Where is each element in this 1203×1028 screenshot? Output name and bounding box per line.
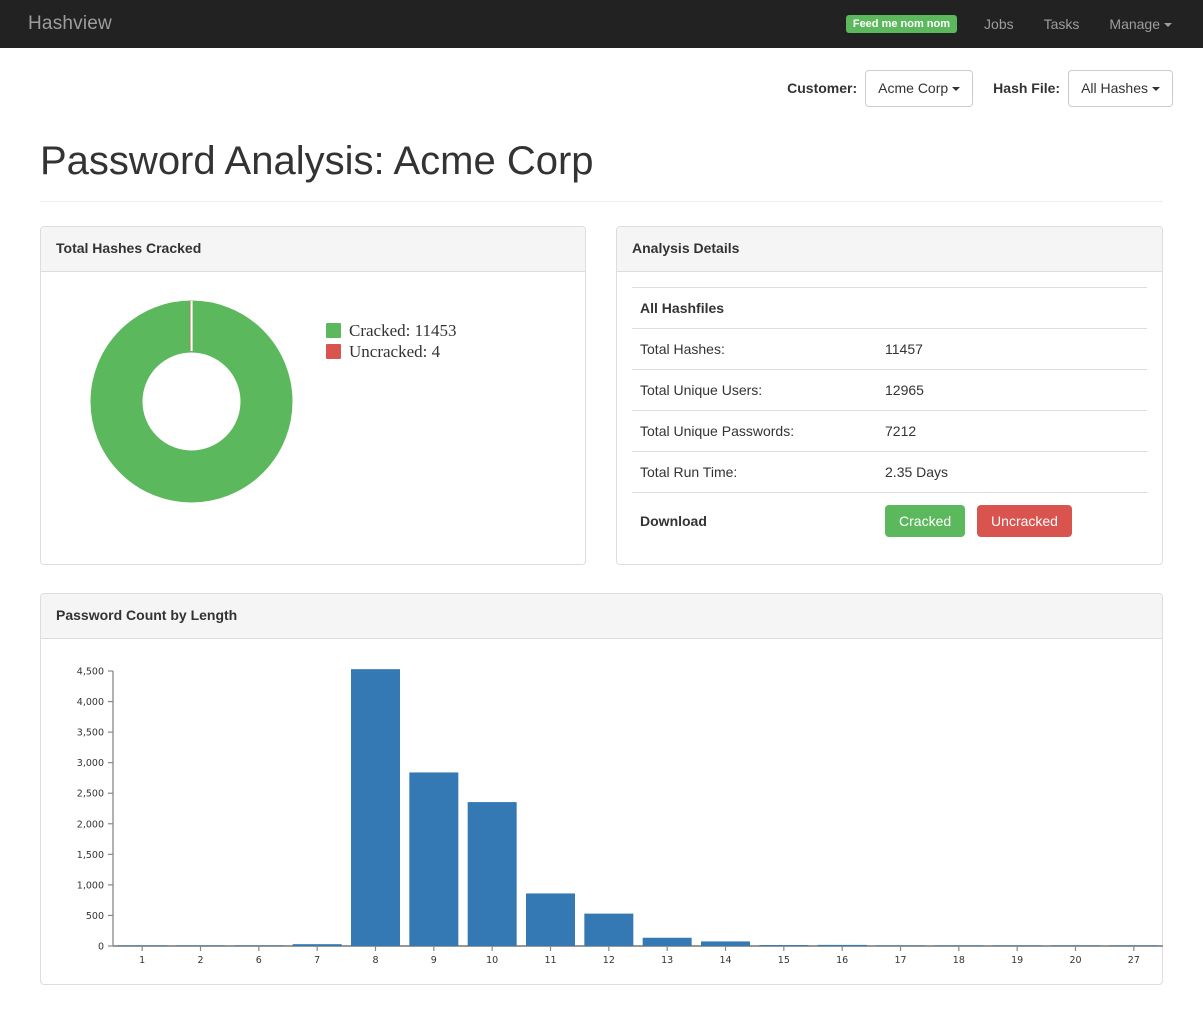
row-key-total-unique-users: Total Unique Users: [640, 381, 763, 398]
panel-title-details: Analysis Details [632, 239, 740, 256]
section-header-all-hashfiles: All Hashfiles [640, 299, 725, 316]
svg-text:3,500: 3,500 [77, 727, 104, 738]
main-content: Password Analysis: Acme Corp Total Hashe… [0, 139, 1203, 985]
svg-text:16: 16 [836, 955, 848, 966]
table-row: Total Hashes: 11457 [632, 328, 1147, 369]
table-row: Total Unique Passwords: 7212 [632, 410, 1147, 451]
svg-text:500: 500 [86, 911, 104, 922]
nav-item-manage-label: Manage [1109, 16, 1160, 32]
svg-text:2,500: 2,500 [77, 789, 104, 800]
page-title: Password Analysis: Acme Corp [40, 138, 594, 183]
panel-heading: Password Count by Length [41, 593, 1162, 639]
svg-text:15: 15 [778, 955, 790, 966]
panel-heading: Analysis Details [617, 226, 1162, 272]
customer-dropdown[interactable]: Acme Corp [865, 70, 974, 107]
donut-chart[interactable] [56, 299, 326, 504]
legend-label-uncracked: Uncracked: 4 [349, 341, 441, 361]
download-uncracked-button[interactable]: Uncracked [977, 504, 1072, 537]
download-cracked-button[interactable]: Cracked [885, 504, 966, 537]
panel-title-length: Password Count by Length [56, 606, 238, 623]
row-value-total-unique-users: 12965 [885, 381, 924, 398]
row-key-total-hashes: Total Hashes: [640, 340, 725, 357]
bar-chart-area: 0 500 1,000 1,500 2,000 2,500 3,000 3,500 4,000 4… [41, 639, 1163, 984]
brand-logo[interactable]: Hashview [28, 0, 112, 48]
svg-text:12: 12 [603, 955, 615, 966]
navbar-links: Feed me nom nom Jobs Tasks Manage [845, 0, 1187, 48]
svg-text:27: 27 [1128, 955, 1140, 966]
panel-title-cracked: Total Hashes Cracked [56, 239, 202, 256]
row-value-total-unique-passwords: 7212 [885, 422, 917, 439]
chevron-down-icon [1152, 87, 1160, 92]
total-hashes-cracked-panel: Total Hashes Cracked Cracked: 11453 Uncr… [40, 225, 587, 565]
row-key-total-run-time: Total Run Time: [640, 463, 738, 480]
bar-chart-svg[interactable]: 0 500 1,000 1,500 2,000 2,500 3,000 3,500 4,000 4… [51, 657, 1181, 982]
svg-text:10: 10 [486, 955, 498, 966]
svg-text:6: 6 [256, 955, 262, 966]
table-row: All Hashfiles [632, 287, 1147, 328]
table-row: Download Cracked Uncracked [632, 492, 1147, 549]
chevron-down-icon [952, 87, 961, 92]
hashfile-dropdown-value: All Hashes [1081, 80, 1148, 96]
panel-body: Cracked: 11453 Uncracked: 4 [41, 272, 585, 537]
svg-text:1,500: 1,500 [77, 850, 104, 861]
analysis-details-panel: Analysis Details All Hashfiles Total Has… [616, 225, 1163, 565]
analysis-details-table: All Hashfiles Total Hashes: 11457 Total … [632, 287, 1147, 549]
row-key-total-unique-passwords: Total Unique Passwords: [640, 422, 795, 439]
legend-item-cracked: Cracked: 11453 [326, 321, 456, 341]
donut-legend: Cracked: 11453 Uncracked: 4 [326, 321, 456, 363]
svg-text:2,000: 2,000 [77, 819, 104, 830]
customer-label: Customer: [787, 80, 858, 97]
svg-text:4,000: 4,000 [77, 697, 104, 708]
svg-text:9: 9 [431, 955, 437, 966]
customer-dropdown-value: Acme Corp [878, 80, 949, 96]
row-value-total-run-time: 2.35 Days [885, 463, 949, 480]
svg-text:7: 7 [314, 955, 320, 966]
svg-text:4,500: 4,500 [77, 666, 104, 677]
nav-item-tasks[interactable]: Tasks [1029, 0, 1095, 48]
svg-text:19: 19 [1011, 955, 1023, 966]
row-value-total-hashes: 11457 [885, 340, 923, 357]
hashfile-label: Hash File: [993, 80, 1061, 97]
svg-text:1: 1 [139, 955, 145, 966]
svg-text:3,000: 3,000 [77, 758, 104, 769]
svg-text:17: 17 [894, 955, 906, 966]
svg-text:20: 20 [1069, 955, 1081, 966]
legend-label-cracked: Cracked: 11453 [349, 320, 457, 340]
donut-chart-area: Cracked: 11453 Uncracked: 4 [56, 287, 570, 522]
svg-text:18: 18 [953, 955, 965, 966]
svg-text:0: 0 [98, 941, 104, 952]
password-count-by-length-panel: Password Count by Length 0 500 1,000 1,500 2… [40, 592, 1163, 985]
svg-text:1,000: 1,000 [77, 880, 104, 891]
svg-text:2: 2 [197, 955, 203, 966]
legend-swatch-uncracked [326, 344, 341, 360]
hashfile-dropdown[interactable]: All Hashes [1068, 70, 1173, 107]
download-buttons: Cracked Uncracked [877, 492, 1147, 549]
table-row: Total Run Time: 2.35 Days [632, 451, 1147, 492]
chevron-down-icon [1164, 23, 1172, 28]
legend-swatch-cracked [326, 323, 341, 339]
top-navbar: Hashview Feed me nom nom Jobs Tasks Mana… [0, 0, 1203, 48]
table-row: Total Unique Users: 12965 [632, 369, 1147, 410]
panels-row: Total Hashes Cracked Cracked: 11453 Uncr… [28, 225, 1175, 565]
svg-text:13: 13 [661, 955, 673, 966]
nav-item-jobs[interactable]: Jobs [969, 0, 1029, 48]
svg-text:8: 8 [372, 955, 378, 966]
feed-me-badge[interactable]: Feed me nom nom [845, 15, 958, 33]
filter-bar: Customer: Acme Corp Hash File: All Hashe… [0, 48, 1203, 107]
title-divider [40, 200, 1163, 202]
svg-text:14: 14 [719, 955, 731, 966]
panel-heading: Total Hashes Cracked [41, 226, 586, 272]
legend-item-uncracked: Uncracked: 4 [326, 342, 456, 362]
nav-item-manage[interactable]: Manage [1094, 0, 1187, 48]
svg-text:11: 11 [544, 955, 556, 966]
panel-body: All Hashfiles Total Hashes: 11457 Total … [617, 272, 1162, 564]
row-key-download: Download [640, 512, 707, 529]
donut-svg [90, 300, 292, 503]
